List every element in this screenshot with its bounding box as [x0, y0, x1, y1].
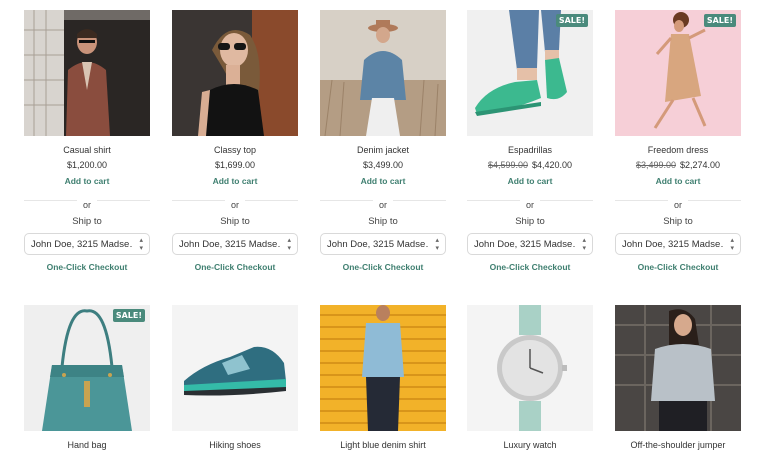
product-title[interactable]: Classy top: [172, 145, 298, 156]
product-card: SALE! Hand bag: [24, 305, 150, 451]
current-price: $1,699.00: [214, 160, 256, 170]
photo-green-shoes: [467, 10, 593, 136]
photo-watch: [467, 305, 593, 431]
product-card: Casual shirt $1,200.00 Add to cart or Sh…: [24, 10, 150, 272]
photo-woman-sunglasses: [172, 10, 298, 136]
product-image-espadrillas[interactable]: SALE!: [467, 10, 593, 136]
product-image-casual-shirt[interactable]: [24, 10, 150, 136]
or-divider: or: [615, 195, 741, 210]
product-card: Hiking shoes: [172, 305, 298, 451]
chevron-updown-icon: ▴ ▾: [582, 237, 586, 252]
add-to-cart-button[interactable]: Add to cart: [320, 176, 446, 186]
product-title[interactable]: Casual shirt: [24, 145, 150, 156]
or-label: or: [76, 200, 97, 210]
product-price: $1,699.00: [172, 160, 298, 171]
or-divider: or: [467, 195, 593, 210]
product-grid: Casual shirt $1,200.00 Add to cart or Sh…: [0, 0, 769, 452]
product-title[interactable]: Light blue denim shirt: [320, 440, 446, 451]
or-divider: or: [24, 195, 150, 210]
photo-teal-handbag: [24, 305, 150, 431]
ship-address-select[interactable]: John Doe, 3215 Madse… ▴ ▾: [24, 233, 150, 255]
add-to-cart-button[interactable]: Add to cart: [24, 176, 150, 186]
ship-to-label: Ship to: [72, 216, 102, 227]
ship-address-select[interactable]: John Doe, 3215 Madse… ▴ ▾: [172, 233, 298, 255]
or-label: or: [519, 200, 540, 210]
chevron-updown-icon: ▴ ▾: [730, 237, 734, 252]
current-price: $1,200.00: [66, 160, 108, 170]
photo-woman-field: [320, 10, 446, 136]
photo-man-yellow-wall: [320, 305, 446, 431]
product-card: Classy top $1,699.00 Add to cart or Ship…: [172, 10, 298, 272]
photo-hiking-shoe: [172, 305, 298, 431]
product-image-off-the-shoulder-jumper[interactable]: [615, 305, 741, 431]
product-image-freedom-dress[interactable]: SALE!: [615, 10, 741, 136]
product-title[interactable]: Denim jacket: [320, 145, 446, 156]
ship-to-label: Ship to: [220, 216, 250, 227]
ship-address-select[interactable]: John Doe, 3215 Madse… ▴ ▾: [467, 233, 593, 255]
one-click-checkout-button[interactable]: One-Click Checkout: [24, 262, 150, 272]
product-image-denim-jacket[interactable]: [320, 10, 446, 136]
product-price: $1,200.00: [24, 160, 150, 171]
ship-address-value: John Doe, 3215 Madse…: [31, 239, 133, 250]
ship-address-value: John Doe, 3215 Madse…: [327, 239, 429, 250]
photo-woman-pink-background: [615, 10, 741, 136]
chevron-updown-icon: ▴ ▾: [139, 237, 143, 252]
product-card: Off-the-shoulder jumper: [615, 305, 741, 451]
product-title[interactable]: Luxury watch: [467, 440, 593, 451]
ship-address-value: John Doe, 3215 Madse…: [179, 239, 281, 250]
add-to-cart-button[interactable]: Add to cart: [467, 176, 593, 186]
ship-to-label: Ship to: [368, 216, 398, 227]
sale-badge: SALE!: [112, 309, 145, 322]
product-card: Luxury watch: [467, 305, 593, 451]
product-title[interactable]: Hand bag: [24, 440, 150, 451]
product-price: $4,599.00 $4,420.00: [467, 160, 593, 171]
product-card: SALE! Freedom dress $3,499.00 $2,274.00 A…: [615, 10, 741, 272]
product-title[interactable]: Hiking shoes: [172, 440, 298, 451]
old-price: $3,499.00: [635, 160, 676, 170]
product-title[interactable]: Freedom dress: [615, 145, 741, 156]
current-price: $4,420.00: [532, 160, 573, 170]
photo-man-doorway: [24, 10, 150, 136]
product-title[interactable]: Off-the-shoulder jumper: [615, 440, 741, 451]
old-price: $4,599.00: [487, 160, 528, 170]
ship-address-value: John Doe, 3215 Madse…: [622, 239, 724, 250]
or-divider: or: [320, 195, 446, 210]
add-to-cart-button[interactable]: Add to cart: [172, 176, 298, 186]
or-label: or: [224, 200, 245, 210]
ship-to-label: Ship to: [663, 216, 693, 227]
current-price: $3,499.00: [362, 160, 404, 170]
product-card: Denim jacket $3,499.00 Add to cart or Sh…: [320, 10, 446, 272]
product-price: $3,499.00: [320, 160, 446, 171]
product-card: SALE! Espadrillas $4,599.00 $4,420.00 Add…: [467, 10, 593, 272]
product-image-hiking-shoes[interactable]: [172, 305, 298, 431]
ship-address-value: John Doe, 3215 Madse…: [474, 239, 576, 250]
product-image-light-blue-denim-shirt[interactable]: [320, 305, 446, 431]
product-image-luxury-watch[interactable]: [467, 305, 593, 431]
add-to-cart-button[interactable]: Add to cart: [615, 176, 741, 186]
product-title[interactable]: Espadrillas: [467, 145, 593, 156]
ship-address-select[interactable]: John Doe, 3215 Madse… ▴ ▾: [615, 233, 741, 255]
chevron-updown-icon: ▴ ▾: [435, 237, 439, 252]
or-divider: or: [172, 195, 298, 210]
one-click-checkout-button[interactable]: One-Click Checkout: [615, 262, 741, 272]
product-image-hand-bag[interactable]: SALE!: [24, 305, 150, 431]
product-price: $3,499.00 $2,274.00: [615, 160, 741, 171]
or-label: or: [667, 200, 688, 210]
ship-address-select[interactable]: John Doe, 3215 Madse… ▴ ▾: [320, 233, 446, 255]
one-click-checkout-button[interactable]: One-Click Checkout: [172, 262, 298, 272]
photo-woman-jumper: [615, 305, 741, 431]
or-label: or: [372, 200, 393, 210]
product-card: Light blue denim shirt: [320, 305, 446, 451]
sale-badge: SALE!: [703, 14, 736, 27]
product-image-classy-top[interactable]: [172, 10, 298, 136]
chevron-updown-icon: ▴ ▾: [287, 237, 291, 252]
ship-to-label: Ship to: [515, 216, 545, 227]
one-click-checkout-button[interactable]: One-Click Checkout: [467, 262, 593, 272]
one-click-checkout-button[interactable]: One-Click Checkout: [320, 262, 446, 272]
current-price: $2,274.00: [680, 160, 721, 170]
sale-badge: SALE!: [555, 14, 588, 27]
